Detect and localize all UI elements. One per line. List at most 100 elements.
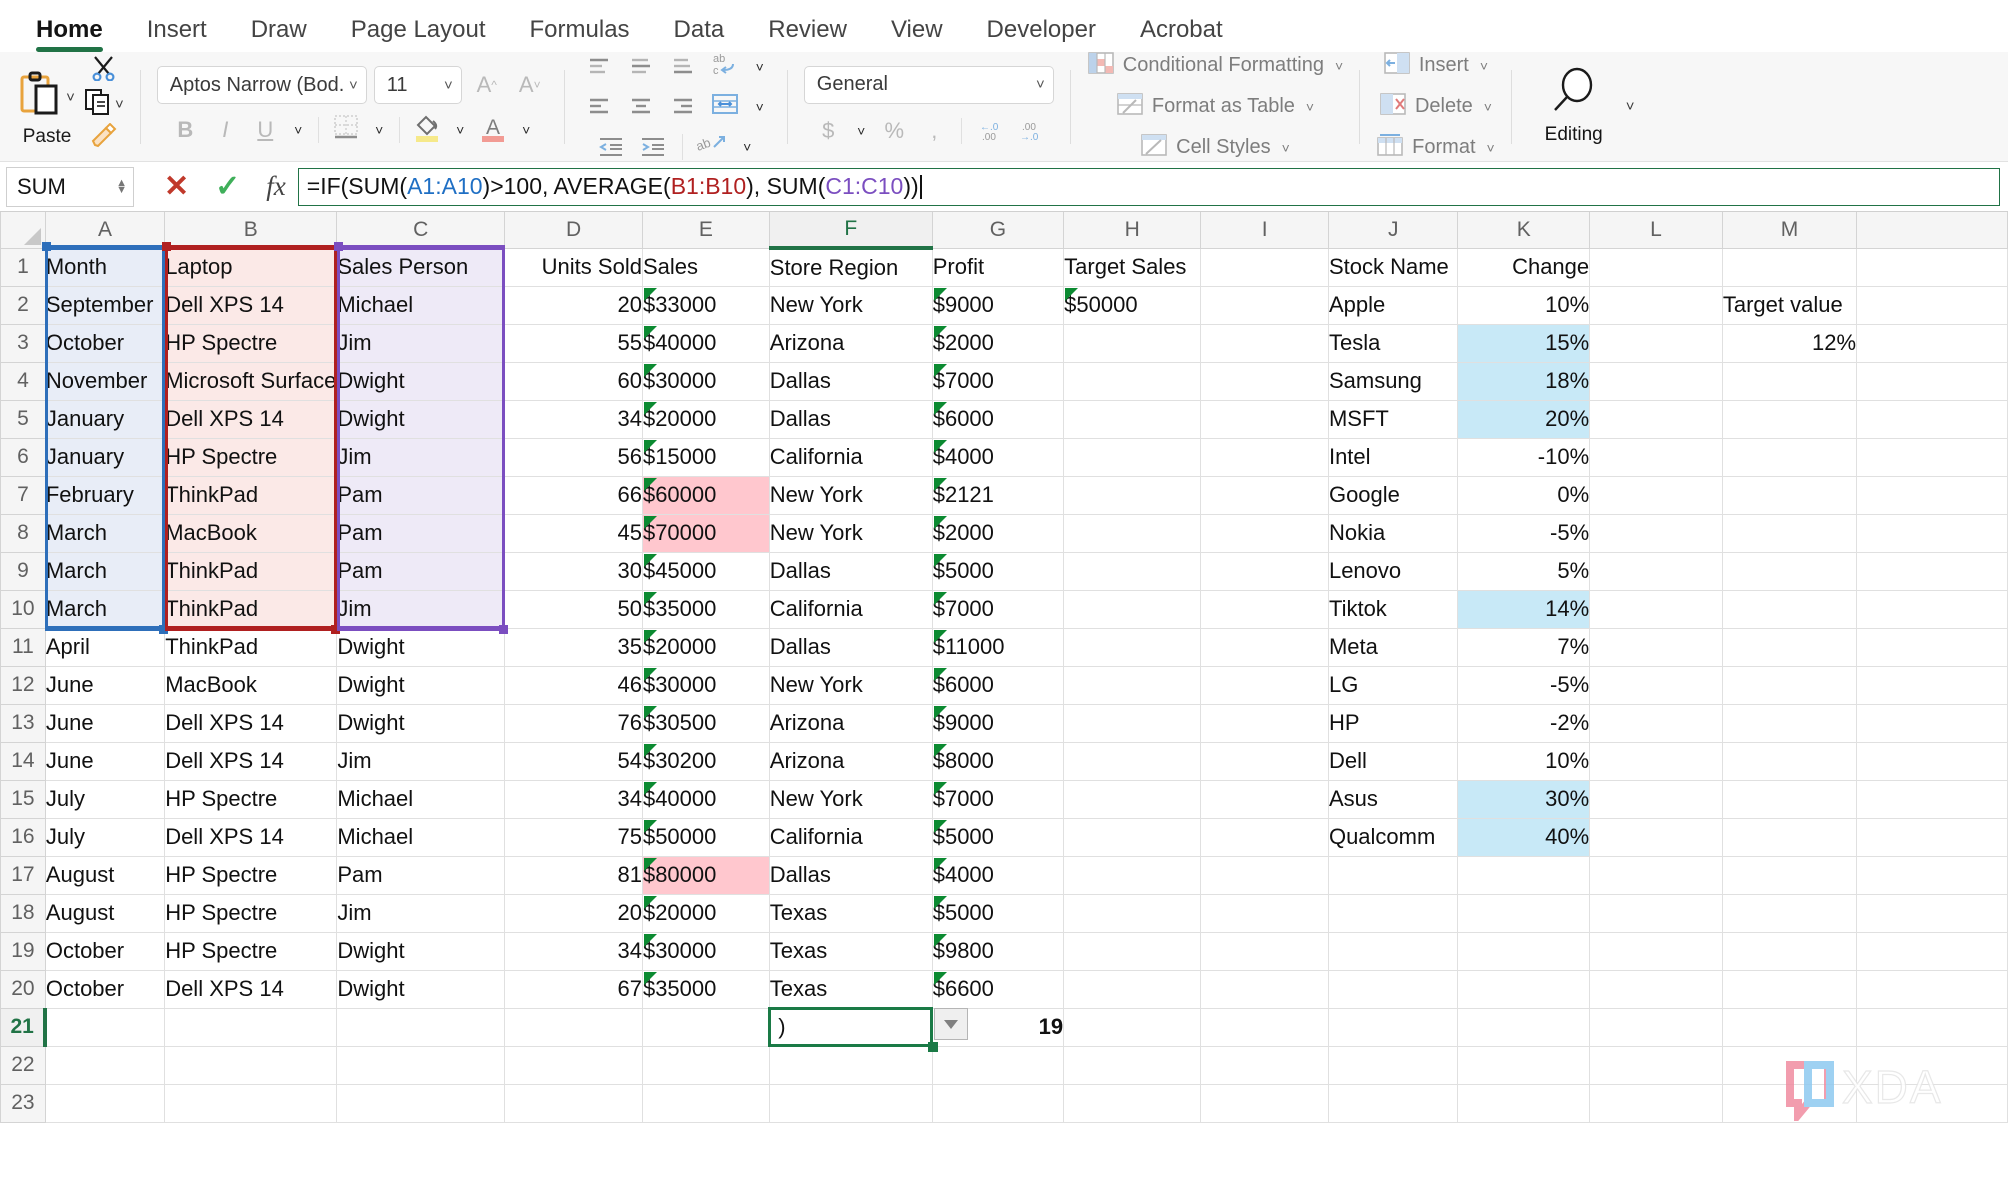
cell-A1[interactable]: Month <box>44 247 166 287</box>
cell-J4[interactable]: Samsung <box>1327 361 1459 401</box>
row-header-10[interactable]: 10 <box>0 589 46 629</box>
cell-B12[interactable]: MacBook <box>164 665 338 705</box>
cell-B1[interactable]: Laptop <box>164 247 338 287</box>
cell-N16[interactable] <box>1856 817 2008 857</box>
cell-N10[interactable] <box>1856 589 2008 629</box>
error-triangle-icon[interactable] <box>933 401 947 415</box>
cell-K23[interactable] <box>1457 1083 1591 1123</box>
merge-cells-button[interactable] <box>707 90 743 124</box>
cell-C13[interactable]: Dwight <box>336 703 506 743</box>
cell-A6[interactable]: January <box>44 437 166 477</box>
cell-L21[interactable] <box>1589 1007 1723 1047</box>
cell-H15[interactable] <box>1063 779 1202 819</box>
column-header-D[interactable]: D <box>504 212 643 249</box>
cell-F7[interactable]: New York <box>768 475 933 515</box>
cell-N2[interactable] <box>1856 285 2008 325</box>
cell-N6[interactable] <box>1856 437 2008 477</box>
formula-input[interactable]: =IF(SUM(A1:A10)>100, AVERAGE(B1:B10), SU… <box>297 167 2000 206</box>
cell-B3[interactable]: HP Spectre <box>164 323 338 363</box>
cell-L3[interactable] <box>1589 323 1723 363</box>
cell-M4[interactable] <box>1721 361 1858 401</box>
cell-F10[interactable]: California <box>768 589 933 629</box>
cell-A13[interactable]: June <box>44 703 166 743</box>
cell-N18[interactable] <box>1856 893 2008 933</box>
cell-D8[interactable]: 45 <box>504 513 643 553</box>
error-triangle-icon[interactable] <box>933 743 947 757</box>
orientation-button[interactable]: ab <box>694 130 730 164</box>
cell-D3[interactable]: 55 <box>504 323 643 363</box>
cell-M11[interactable] <box>1721 627 1858 667</box>
error-triangle-icon[interactable] <box>933 325 947 339</box>
cell-A17[interactable]: August <box>44 855 166 895</box>
cell-F4[interactable]: Dallas <box>768 361 933 401</box>
cell-E9[interactable]: $45000 <box>641 551 770 591</box>
column-header-N[interactable] <box>1856 212 2008 249</box>
cell-I18[interactable] <box>1200 893 1329 933</box>
cell-N1[interactable] <box>1856 247 2008 287</box>
cell-L13[interactable] <box>1589 703 1723 743</box>
cell-A5[interactable]: January <box>44 399 166 439</box>
cell-H13[interactable] <box>1063 703 1202 743</box>
error-triangle-icon[interactable] <box>643 553 657 567</box>
cell-L8[interactable] <box>1589 513 1723 553</box>
cell-C15[interactable]: Michael <box>336 779 506 819</box>
font-color-chevron-down-icon[interactable]: ˅ <box>515 113 537 147</box>
cell-J11[interactable]: Meta <box>1327 627 1459 667</box>
cell-H7[interactable] <box>1063 475 1202 515</box>
cell-C16[interactable]: Michael <box>336 817 506 857</box>
cell-F13[interactable]: Arizona <box>768 703 933 743</box>
italic-button[interactable]: I <box>207 113 243 147</box>
cell-B15[interactable]: HP Spectre <box>164 779 338 819</box>
cell-J7[interactable]: Google <box>1327 475 1459 515</box>
cell-B14[interactable]: Dell XPS 14 <box>164 741 338 781</box>
cell-I10[interactable] <box>1200 589 1329 629</box>
cell-B5[interactable]: Dell XPS 14 <box>164 399 338 439</box>
cell-A7[interactable]: February <box>44 475 166 515</box>
column-header-I[interactable]: I <box>1200 212 1329 249</box>
cell-G15[interactable]: $7000 <box>931 779 1065 819</box>
cell-N14[interactable] <box>1856 741 2008 781</box>
cell-A4[interactable]: November <box>44 361 166 401</box>
error-triangle-icon[interactable] <box>1065 287 1079 301</box>
cell-A10[interactable]: March <box>44 589 166 629</box>
cell-N21[interactable] <box>1856 1007 2008 1047</box>
row-header-7[interactable]: 7 <box>0 475 46 515</box>
ribbon-tab-data[interactable]: Data <box>652 16 747 52</box>
cell-F23[interactable] <box>768 1083 933 1123</box>
cell-H23[interactable] <box>1063 1083 1202 1123</box>
decrease-font-size-button[interactable]: A ˅ <box>512 68 548 102</box>
align-right-button[interactable] <box>665 90 701 124</box>
cell-H3[interactable] <box>1063 323 1202 363</box>
cell-styles-button[interactable]: Cell Styles ˅ <box>1140 132 1290 164</box>
name-box-spinner[interactable]: ▲ ▼ <box>116 177 127 195</box>
cell-H8[interactable] <box>1063 513 1202 553</box>
cell-I22[interactable] <box>1200 1045 1329 1085</box>
cell-F6[interactable]: California <box>768 437 933 477</box>
copy-chevron-down-icon[interactable]: ˅ <box>115 96 124 113</box>
cell-A19[interactable]: October <box>44 931 166 971</box>
font-size-combo[interactable]: 11 ˅ <box>373 66 462 104</box>
cell-I19[interactable] <box>1200 931 1329 971</box>
cell-H14[interactable] <box>1063 741 1202 781</box>
cell-K20[interactable] <box>1457 969 1591 1009</box>
cell-A15[interactable]: July <box>44 779 166 819</box>
increase-font-size-button[interactable]: A ^ <box>469 68 505 102</box>
column-header-C[interactable]: C <box>336 212 506 249</box>
row-header-13[interactable]: 13 <box>0 703 46 743</box>
merge-chevron-down-icon[interactable]: ˅ <box>749 90 771 124</box>
format-painter-button[interactable] <box>89 122 119 154</box>
error-triangle-icon[interactable] <box>933 895 947 909</box>
cell-E8[interactable]: $70000 <box>641 513 770 553</box>
cell-F18[interactable]: Texas <box>768 893 933 933</box>
error-triangle-icon[interactable] <box>933 971 947 985</box>
row-header-6[interactable]: 6 <box>0 437 46 477</box>
column-header-F[interactable]: F <box>768 212 933 250</box>
error-triangle-icon[interactable] <box>933 477 947 491</box>
cell-F20[interactable]: Texas <box>768 969 933 1009</box>
cell-E14[interactable]: $30200 <box>641 741 770 781</box>
cell-C22[interactable] <box>336 1045 506 1085</box>
cell-K18[interactable] <box>1457 893 1591 933</box>
fill-color-chevron-down-icon[interactable]: ˅ <box>449 113 471 147</box>
cell-I12[interactable] <box>1200 665 1329 705</box>
cell-J16[interactable]: Qualcomm <box>1327 817 1459 857</box>
